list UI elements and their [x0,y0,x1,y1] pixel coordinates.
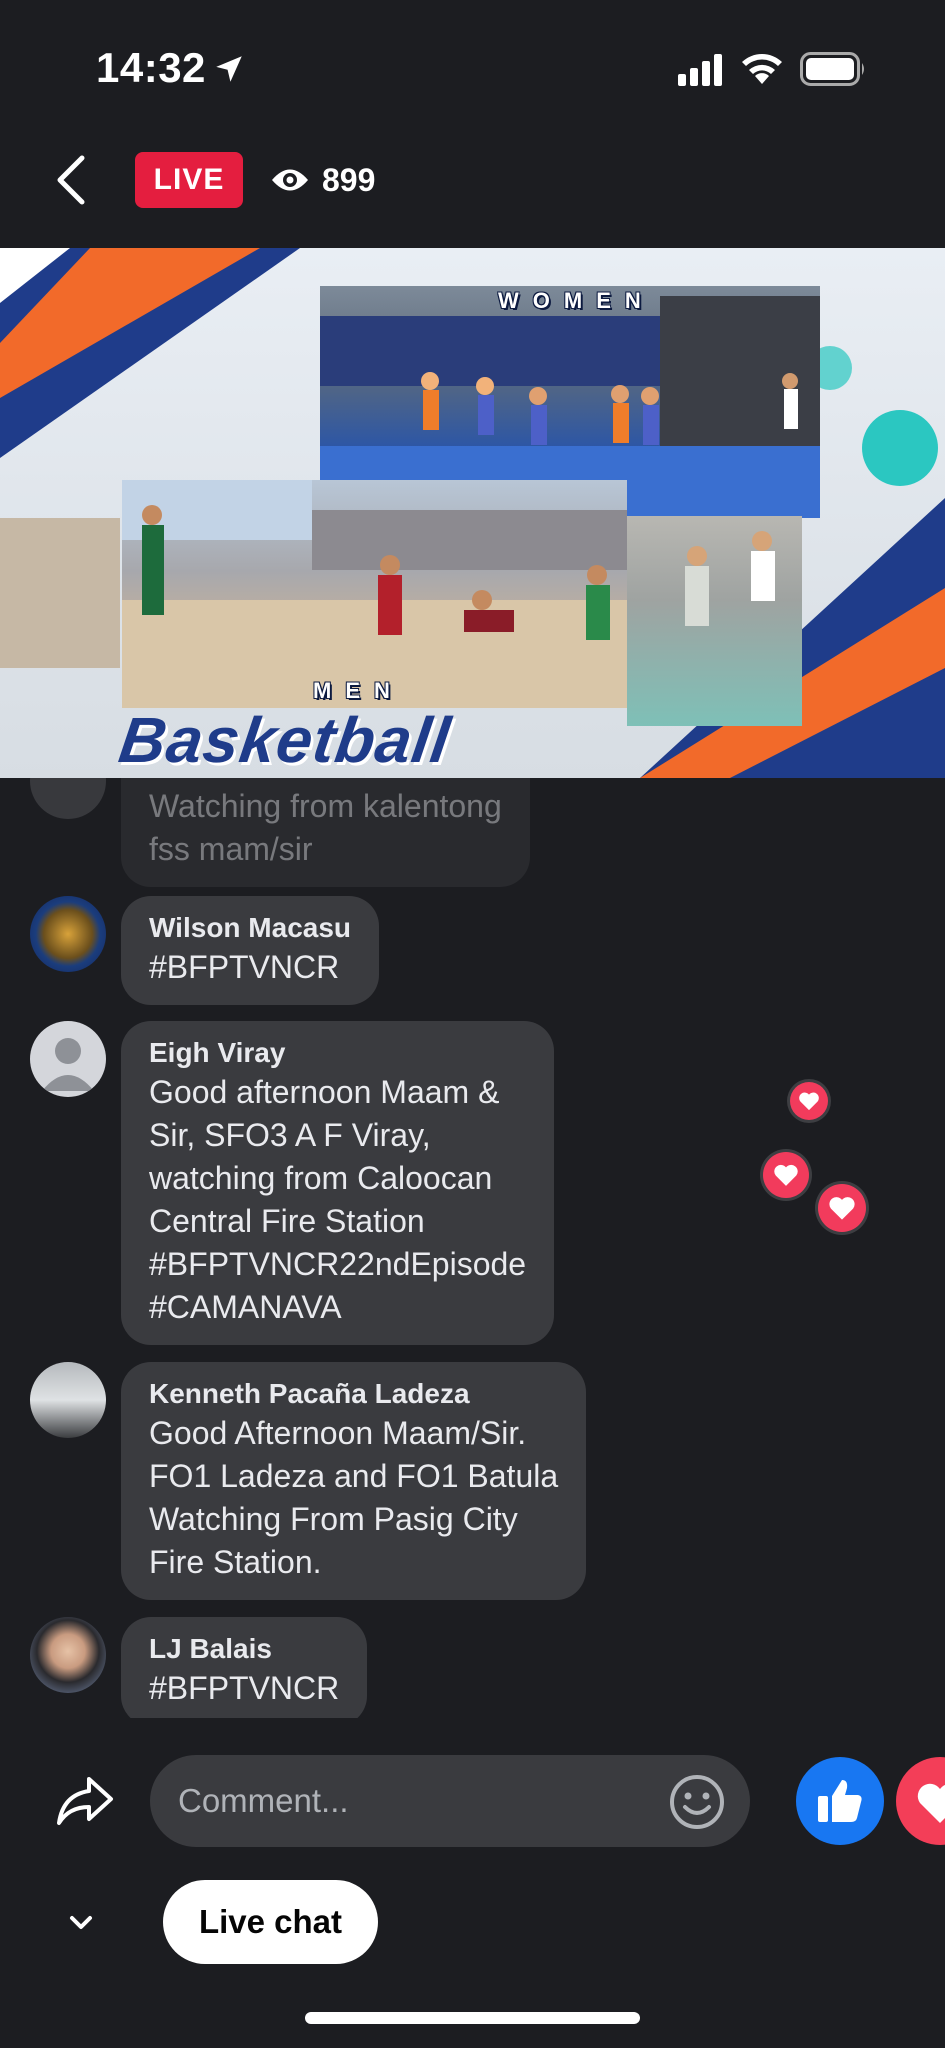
avatar[interactable] [30,896,106,972]
live-video-player[interactable]: WOMEN MEN Basketball [0,248,945,778]
avatar[interactable] [30,1617,106,1693]
comment-bubble: Eigh Viray Good afternoon Maam & Sir, SF… [121,1021,555,1345]
default-avatar-icon [42,1038,94,1091]
comment-bubble: LJ Balais #BFPTVNCR [121,1617,368,1718]
comment-item: Eigh Viray Good afternoon Maam & Sir, SF… [30,1021,555,1345]
comment-author[interactable]: Wilson Macasu [149,910,351,946]
eye-icon [272,169,308,191]
home-indicator[interactable] [305,2012,640,2024]
viewer-count: 899 [322,161,376,198]
live-badge: LIVE [135,152,243,208]
comment-text: Watching from kalentong fss mam/sir [149,788,502,867]
like-icon [818,1780,862,1822]
heart-icon [763,1152,809,1198]
avatar[interactable] [30,778,106,819]
comment-item: Kenneth Pacaña Ladeza Good Afternoon Maa… [30,1362,587,1600]
love-icon [917,1783,945,1823]
video-title: Basketball [114,704,456,776]
comment-item: Wilson Macasu #BFPTVNCR [30,896,380,1005]
comment-input[interactable]: Comment... [150,1755,750,1847]
video-clip-men [122,480,627,708]
chevron-down-icon[interactable] [66,1908,96,1938]
location-arrow-icon [216,56,242,82]
heart-icon [818,1184,866,1232]
comment-author[interactable]: Kenneth Pacaña Ladeza [149,1376,558,1412]
avatar[interactable] [30,1021,106,1097]
status-time: 14:32 [96,44,206,91]
clip-label-women: WOMEN [498,288,655,313]
avatar[interactable] [30,1362,106,1438]
comment-item: LJ Balais #BFPTVNCR [30,1617,368,1718]
comments-feed[interactable]: Watching from kalentong fss mam/sir Wils… [0,778,945,1718]
comment-bubble: Kenneth Pacaña Ladeza Good Afternoon Maa… [121,1362,587,1600]
comment-author[interactable]: Eigh Viray [149,1035,526,1071]
emoji-icon[interactable] [668,1773,726,1831]
wifi-icon [742,54,782,84]
comment-text: #BFPTVNCR [149,949,340,985]
comment-author[interactable]: LJ Balais [149,1631,339,1667]
signal-icon [678,54,722,86]
clip-label-men: MEN [313,678,404,703]
comment-input-placeholder: Comment... [178,1782,349,1819]
comment-item: Watching from kalentong fss mam/sir [30,778,530,887]
comment-bubble: Watching from kalentong fss mam/sir [121,778,530,887]
comment-bubble: Wilson Macasu #BFPTVNCR [121,896,380,1005]
comment-text: Good afternoon Maam & Sir, SFO3 A F Vira… [149,1074,527,1325]
video-clip-side [627,516,802,726]
battery-icon [800,52,864,86]
back-icon[interactable] [52,152,92,208]
share-icon[interactable] [55,1773,115,1829]
live-chat-button[interactable]: Live chat [163,1880,378,1964]
status-bar: 14:32 [0,0,945,140]
like-button[interactable] [796,1757,884,1845]
comment-text: Good Afternoon Maam/Sir. FO1 Ladeza and … [149,1415,559,1580]
viewer-count-indicator: 899 [270,158,375,202]
heart-icon [790,1082,828,1120]
comment-text: #BFPTVNCR [149,1670,340,1706]
love-button[interactable] [896,1757,945,1845]
